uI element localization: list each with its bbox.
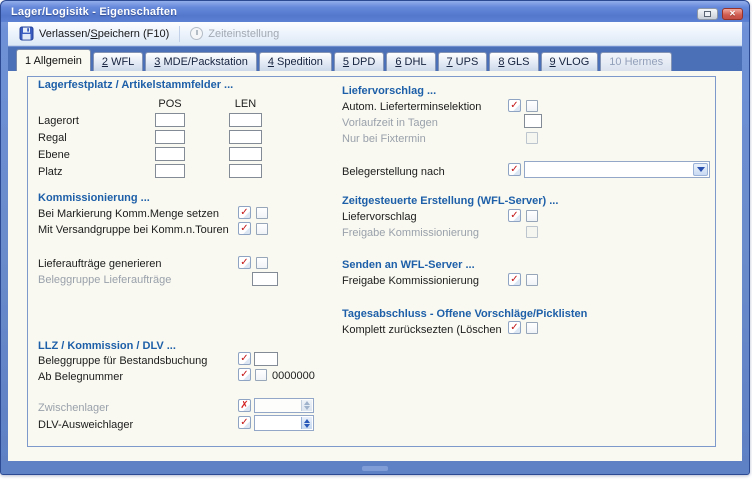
label-regal: Regal bbox=[38, 132, 67, 144]
section-llz-title: LLZ / Kommission / DLV ... bbox=[38, 340, 176, 352]
check-flag-icon[interactable]: ✓ bbox=[238, 206, 251, 219]
tab-strip: 1 Allgemein 2 WFL 3 MDE/Packstation 4 Sp… bbox=[8, 46, 742, 71]
clock-icon bbox=[190, 27, 203, 40]
label-lieferauftraege-generieren: Lieferaufträge generieren bbox=[38, 258, 162, 270]
markierung-komm-menge-checkbox[interactable] bbox=[256, 207, 268, 219]
tab-gls[interactable]: 8 GLS bbox=[489, 52, 538, 71]
label-senden-freigabe-kommissionierung: Freigabe Kommissionierung bbox=[342, 275, 479, 287]
beleggruppe-bestandsbuchung-input[interactable] bbox=[254, 352, 278, 366]
platz-pos-input[interactable] bbox=[155, 164, 185, 178]
label-platz: Platz bbox=[38, 166, 62, 178]
column-header-len: LEN bbox=[227, 98, 264, 110]
ab-belegnummer-checkbox[interactable] bbox=[255, 369, 267, 381]
versandgruppe-komm-touren-checkbox[interactable] bbox=[256, 223, 268, 235]
check-flag-icon[interactable]: ✓ bbox=[238, 222, 251, 235]
check-flag-icon[interactable]: ✓ bbox=[238, 368, 251, 381]
belegerstellung-nach-dropdown[interactable] bbox=[524, 161, 710, 178]
spinner-updown-icon bbox=[301, 400, 312, 411]
vorlaufzeit-input[interactable] bbox=[524, 114, 542, 128]
platz-len-input[interactable] bbox=[229, 164, 262, 178]
label-beleggruppe-lieferauftraege: Beleggruppe Lieferaufträge bbox=[38, 274, 171, 286]
label-komplett-zuruecksetzen: Komplett zurücksezten (Löschen bbox=[342, 324, 502, 336]
label-zg-freigabe-kommissionierung: Freigabe Kommissionierung bbox=[342, 227, 479, 239]
lagerort-len-input[interactable] bbox=[229, 113, 262, 127]
zg-liefervorschlag-checkbox[interactable] bbox=[526, 210, 538, 222]
tab-dpd[interactable]: 5 DPD bbox=[334, 52, 384, 71]
tab-hermes: 10 Hermes bbox=[600, 52, 672, 71]
titlebar[interactable]: Lager/Logisitk - Eigenschaften ✕ bbox=[1, 1, 749, 22]
regal-len-input[interactable] bbox=[229, 130, 262, 144]
tab-mde-packstation[interactable]: 3 MDE/Packstation bbox=[145, 52, 257, 71]
label-ab-belegnummer: Ab Belegnummer bbox=[38, 371, 123, 383]
tab-page-allgemein: Lagerfestplatz / Artikelstammfelder ... … bbox=[8, 71, 742, 461]
resize-grip[interactable] bbox=[362, 466, 388, 471]
check-flag-icon[interactable]: ✓ bbox=[238, 416, 251, 429]
cross-flag-icon[interactable]: ✗ bbox=[238, 399, 251, 412]
floppy-disk-icon bbox=[19, 26, 34, 41]
zg-freigabe-kommissionierung-checkbox bbox=[526, 226, 538, 238]
check-flag-icon[interactable]: ✓ bbox=[238, 256, 251, 269]
label-lagerort: Lagerort bbox=[38, 115, 79, 127]
tab-ups[interactable]: 7 UPS bbox=[438, 52, 488, 71]
tab-vlog[interactable]: 9 VLOG bbox=[541, 52, 599, 71]
ebene-pos-input[interactable] bbox=[155, 147, 185, 161]
lagerort-pos-input[interactable] bbox=[155, 113, 185, 127]
check-flag-icon[interactable]: ✓ bbox=[238, 352, 251, 365]
label-zwischenlager: Zwischenlager bbox=[38, 402, 109, 414]
label-vorlaufzeit: Vorlaufzeit in Tagen bbox=[342, 117, 438, 129]
close-button[interactable]: ✕ bbox=[722, 8, 743, 20]
lieferauftraege-generieren-checkbox[interactable] bbox=[256, 257, 268, 269]
belegnummer-value: 0000000 bbox=[272, 370, 315, 382]
check-flag-icon[interactable]: ✓ bbox=[508, 209, 521, 222]
time-setting-button: Zeiteinstellung bbox=[183, 25, 286, 42]
section-tagesabschluss-title: Tagesabschluss - Offene Vorschläge/Pickl… bbox=[342, 308, 587, 320]
spinner-updown-icon[interactable] bbox=[301, 417, 312, 429]
section-lagerfestplatz-title: Lagerfestplatz / Artikelstammfelder ... bbox=[38, 79, 233, 91]
komplett-zuruecksetzen-checkbox[interactable] bbox=[526, 322, 538, 334]
check-flag-icon[interactable]: ✓ bbox=[508, 273, 521, 286]
ebene-len-input[interactable] bbox=[229, 147, 262, 161]
section-zeitgesteuert-title: Zeitgesteuerte Erstellung (WFL-Server) .… bbox=[342, 195, 558, 207]
tab-spedition[interactable]: 4 Spedition bbox=[259, 52, 332, 71]
properties-window: Lager/Logisitk - Eigenschaften ✕ Verlass… bbox=[0, 0, 750, 475]
tab-allgemein[interactable]: 1 Allgemein bbox=[16, 49, 91, 71]
check-flag-icon[interactable]: ✓ bbox=[508, 163, 521, 176]
label-zg-liefervorschlag: Liefervorschlag bbox=[342, 211, 417, 223]
section-senden-title: Senden an WFL-Server ... bbox=[342, 259, 475, 271]
tab-wfl[interactable]: 2 WFL bbox=[93, 52, 143, 71]
autom-lieferterminselektion-checkbox[interactable] bbox=[526, 100, 538, 112]
label-autom-lieferterminselektion: Autom. Lieferterminselektion bbox=[342, 101, 481, 113]
label-markierung-komm-menge: Bei Markierung Komm.Menge setzen bbox=[38, 208, 219, 220]
column-header-pos: POS bbox=[153, 98, 187, 110]
beleggruppe-lieferauftraege-input[interactable] bbox=[252, 272, 278, 286]
label-ebene: Ebene bbox=[38, 149, 70, 161]
nur-bei-fixtermin-checkbox bbox=[526, 132, 538, 144]
check-flag-icon[interactable]: ✓ bbox=[508, 321, 521, 334]
toolbar-separator bbox=[179, 26, 180, 42]
save-exit-button[interactable]: Verlassen/Speichern (F10) bbox=[12, 24, 176, 43]
toolbar: Verlassen/Speichern (F10) Zeiteinstellun… bbox=[8, 22, 742, 46]
regal-pos-input[interactable] bbox=[155, 130, 185, 144]
senden-freigabe-kommissionierung-checkbox[interactable] bbox=[526, 274, 538, 286]
tab-dhl[interactable]: 6 DHL bbox=[386, 52, 435, 71]
label-versandgruppe-komm-touren: Mit Versandgruppe bei Komm.n.Touren bbox=[38, 224, 229, 236]
save-exit-label: Verlassen/Speichern (F10) bbox=[39, 28, 169, 40]
restore-button[interactable] bbox=[697, 8, 718, 20]
dlv-ausweichlager-spinner[interactable] bbox=[254, 415, 314, 431]
label-dlv-ausweichlager: DLV-Ausweichlager bbox=[38, 419, 133, 431]
restore-window-icon bbox=[704, 11, 711, 17]
label-nur-bei-fixtermin: Nur bei Fixtermin bbox=[342, 133, 426, 145]
section-liefervorschlag-title: Liefervorschlag ... bbox=[342, 85, 436, 97]
time-setting-label: Zeiteinstellung bbox=[208, 28, 279, 40]
label-beleggruppe-bestandsbuchung: Beleggruppe für Bestandsbuchung bbox=[38, 355, 207, 367]
label-belegerstellung-nach: Belegerstellung nach bbox=[342, 166, 445, 178]
check-flag-icon[interactable]: ✓ bbox=[508, 99, 521, 112]
zwischenlager-spinner bbox=[254, 398, 314, 413]
window-title: Lager/Logisitk - Eigenschaften bbox=[11, 6, 693, 18]
section-kommissionierung-title: Kommissionierung ... bbox=[38, 192, 150, 204]
chevron-down-icon[interactable] bbox=[693, 163, 708, 176]
window-frame: Verlassen/Speichern (F10) Zeiteinstellun… bbox=[8, 22, 742, 461]
